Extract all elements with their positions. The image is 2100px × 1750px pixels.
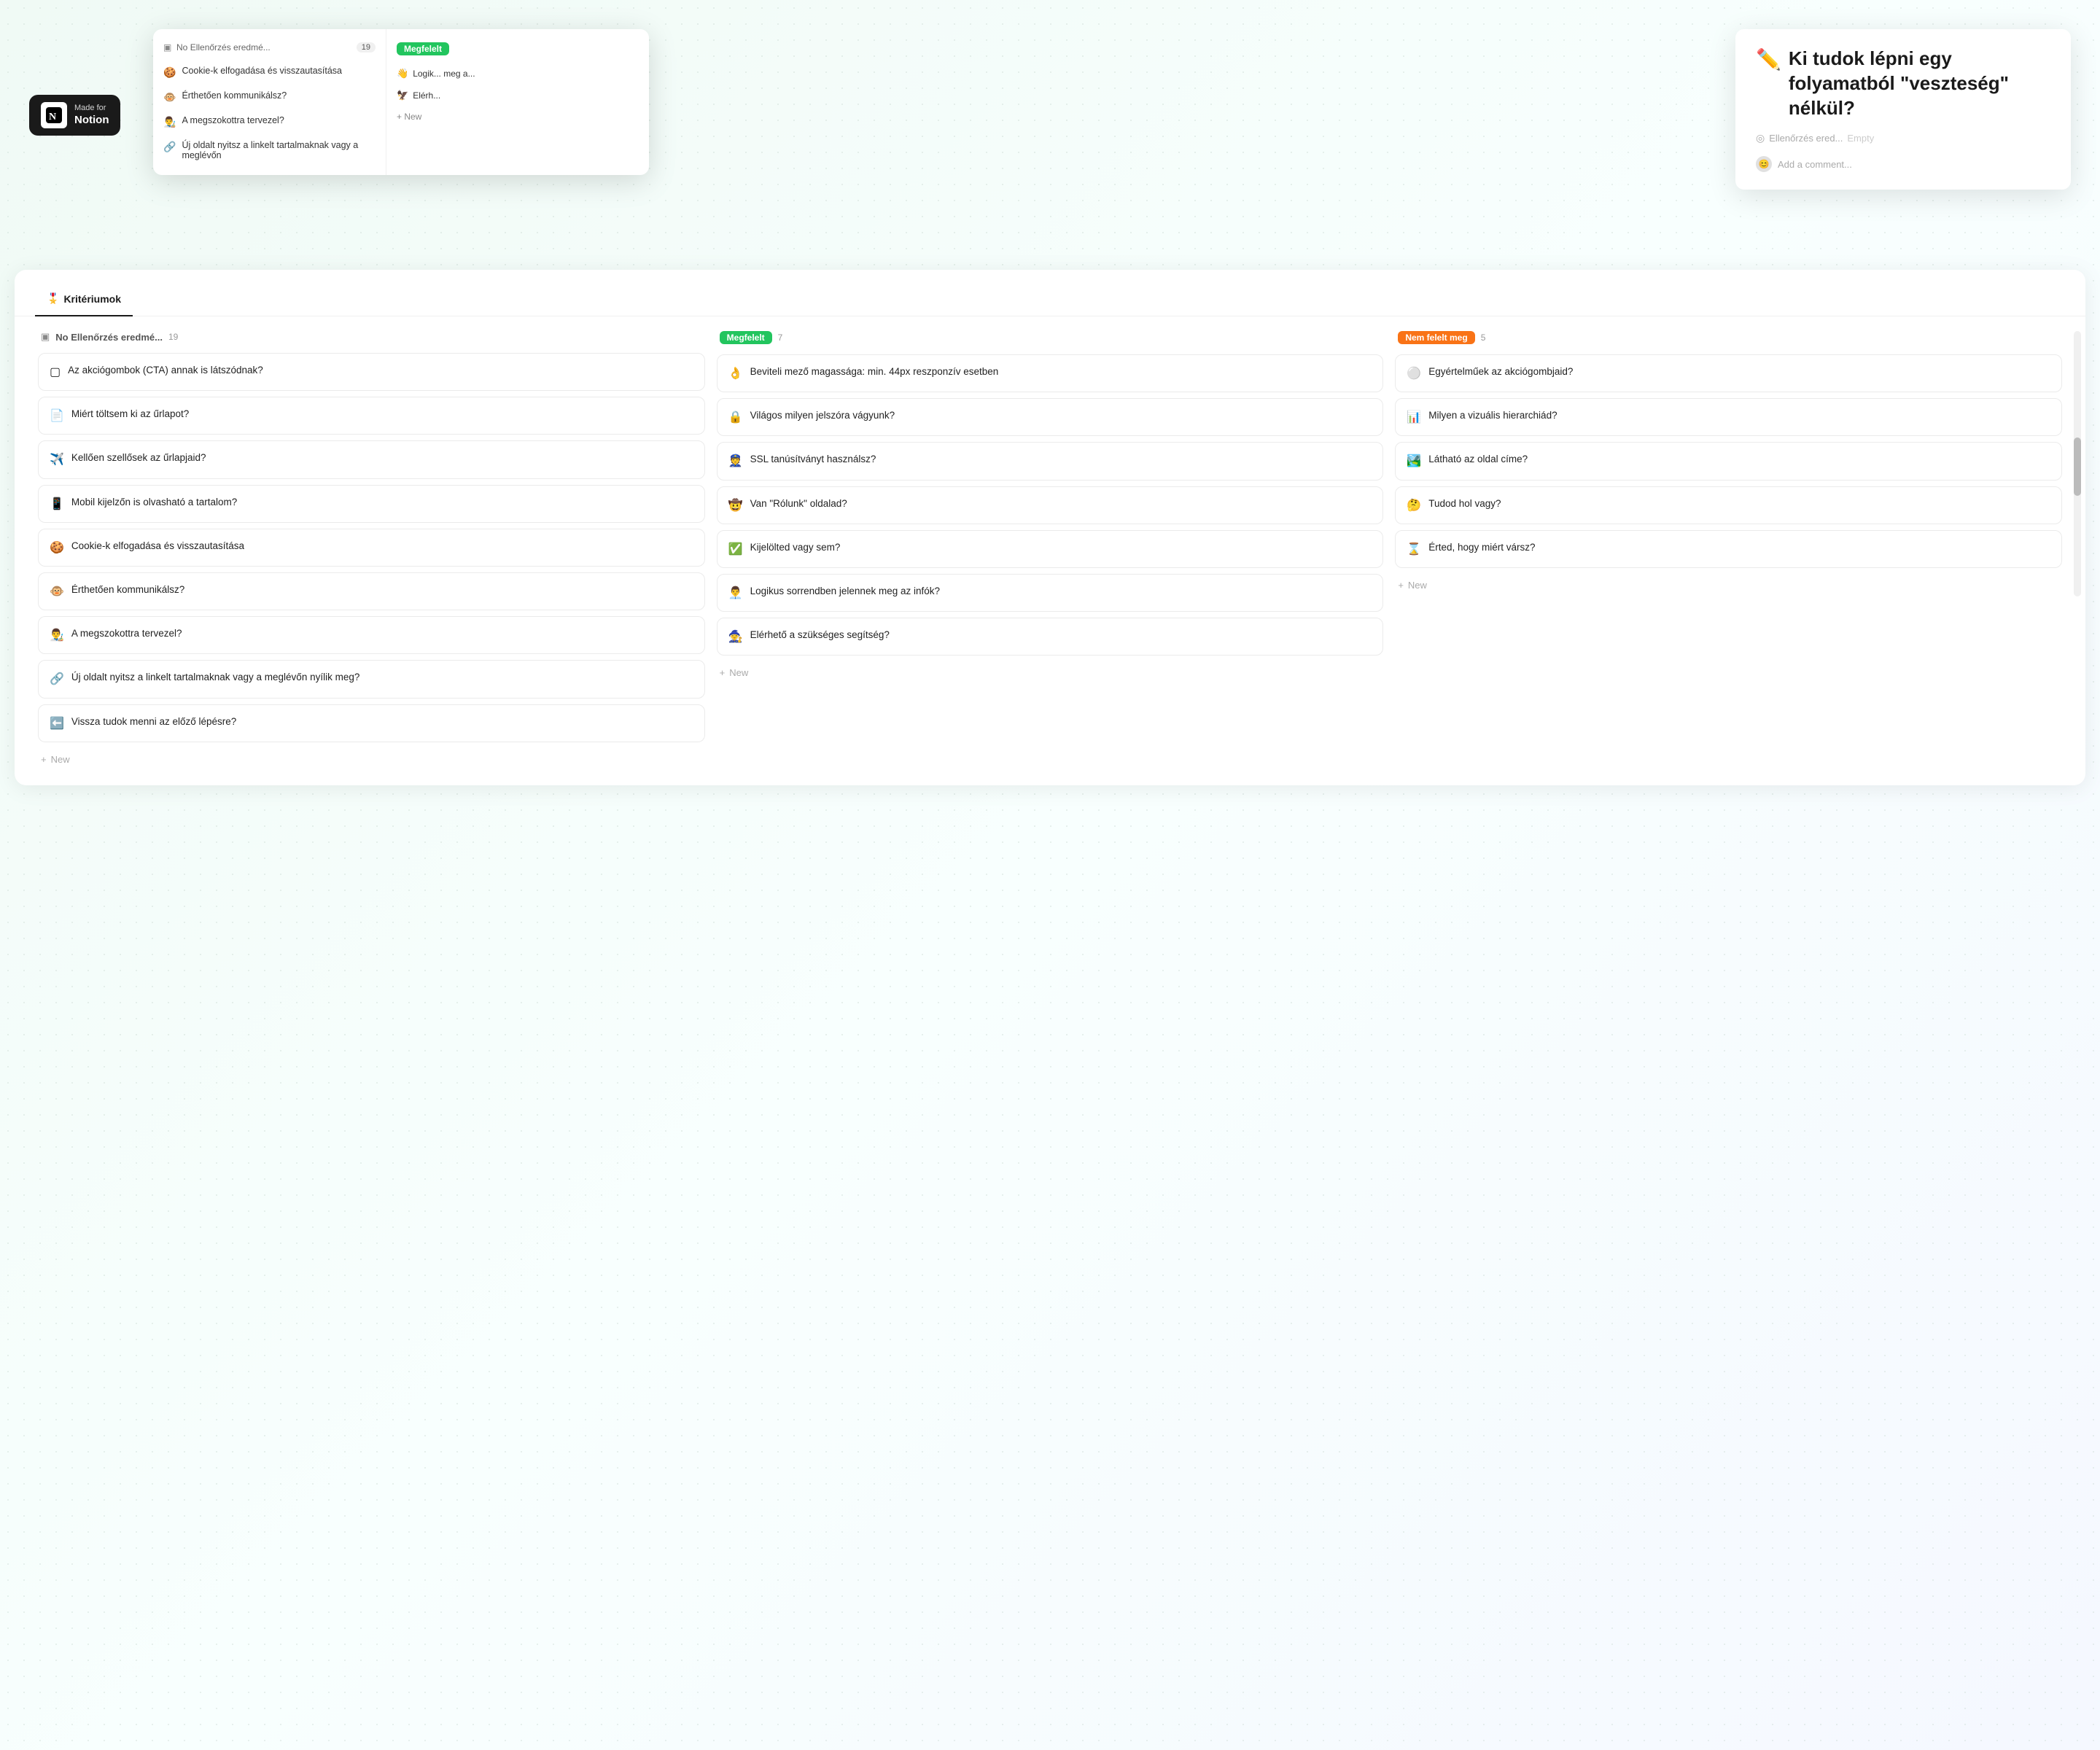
floating-right-header: Megfelelt — [386, 38, 518, 63]
wizard-icon: 🧙 — [728, 629, 743, 645]
col-count-3: 5 — [1481, 332, 1486, 343]
card-bevitek[interactable]: 👌 Beviteli mező magassága: min. 44px res… — [717, 354, 1384, 392]
hourglass-icon: ⌛ — [1407, 541, 1421, 558]
megfelelt-badge: Megfelelt — [720, 331, 772, 344]
tab-icon: 🎖️ — [47, 292, 59, 305]
tab-kritériumok[interactable]: 🎖️ Kritériumok — [35, 285, 133, 316]
main-content-area: 🎖️ Kritériumok ▣ No Ellenőrzés eredmé...… — [15, 270, 2085, 785]
column-header-nem-felelt: Nem felelt meg 5 — [1395, 331, 2062, 344]
cookie-card-icon: 🍪 — [50, 540, 64, 556]
detail-title: ✏️ Ki tudok lépni egy folyamatból "veszt… — [1756, 47, 2050, 120]
add-new-col2[interactable]: + New — [717, 661, 1384, 684]
svg-text:N: N — [49, 112, 56, 122]
detail-meta-row: ◎ Ellenőrzés ered... Empty — [1756, 132, 2050, 144]
col-title-1: No Ellenőrzés eredmé... — [55, 332, 163, 343]
notion-icon: N — [41, 102, 67, 128]
artist-icon: 👨‍🎨 — [163, 116, 176, 128]
kanban-board: ▣ No Ellenőrzés eredmé... 19 ▢ Az akcióg… — [15, 316, 2085, 785]
column-header-no-check: ▣ No Ellenőrzés eredmé... 19 — [38, 331, 705, 343]
nem-felelt-badge: Nem felelt meg — [1398, 331, 1474, 344]
plane-icon: ✈️ — [50, 451, 64, 468]
card-segitseg[interactable]: 🧙 Elérhető a szükséges segítség? — [717, 618, 1384, 656]
detail-meta-check[interactable]: ◎ Ellenőrzés ered... Empty — [1756, 132, 1874, 144]
tab-row: 🎖️ Kritériumok — [35, 284, 2065, 316]
col-count-2: 7 — [778, 332, 783, 343]
column-header-megfelelt: Megfelelt 7 — [717, 331, 1384, 344]
add-new-col3[interactable]: + New — [1395, 574, 2062, 596]
card-jelszo[interactable]: 🔒 Világos milyen jelszóra vágyunk? — [717, 398, 1384, 436]
card-link[interactable]: 🔗 Új oldalt nyitsz a linkelt tartalmakna… — [38, 660, 705, 698]
card-cta[interactable]: ▢ Az akciógombok (CTA) annak is látszódn… — [38, 353, 705, 391]
mobile-icon: 📱 — [50, 496, 64, 513]
floating-item-3[interactable]: 👨‍🎨 A megszokottra tervezel? — [153, 109, 386, 134]
user-avatar: 😊 — [1756, 156, 1772, 172]
cowboy-icon: 🤠 — [728, 497, 743, 514]
ok-icon: 👌 — [728, 365, 743, 382]
column-nem-felelt: Nem felelt meg 5 ⚪ Egyértelműek az akció… — [1389, 331, 2068, 596]
inbox-icon: ▣ — [41, 331, 50, 343]
card-kijololt[interactable]: ✅ Kijelölted vagy sem? — [717, 530, 1384, 568]
monkey-card-icon: 🐵 — [50, 583, 64, 600]
card-ssl[interactable]: 👮 SSL tanúsítványt használsz? — [717, 442, 1384, 480]
floating-count-badge: 19 — [357, 42, 376, 52]
col-count-1: 19 — [168, 332, 178, 342]
floating-right-panel: Megfelelt 👋 Logik... meg a... 🦅 Elérh...… — [386, 29, 518, 175]
detail-panel: ✏️ Ki tudok lépni egy folyamatból "veszt… — [1735, 29, 2071, 190]
chart-icon: 📊 — [1407, 409, 1421, 426]
card-rolunk[interactable]: 🤠 Van "Rólunk" oldalad? — [717, 486, 1384, 524]
notion-badge: N Made for Notion — [29, 95, 120, 136]
card-tervezel[interactable]: 👨‍🎨 A megszokottra tervezel? — [38, 616, 705, 654]
card-urlap2[interactable]: ✈️ Kellően szellősek az űrlapjaid? — [38, 440, 705, 478]
circle-icon: ⚪ — [1407, 365, 1421, 382]
cookie-icon: 🍪 — [163, 66, 176, 79]
card-cim[interactable]: 🏞️ Látható az oldal címe? — [1395, 442, 2062, 480]
card-vársz[interactable]: ⌛ Érted, hogy miért vársz? — [1395, 530, 2062, 568]
card-hierachia[interactable]: 📊 Milyen a vizuális hierarchiád? — [1395, 398, 2062, 436]
floating-left-header: ▣ No Ellenőrzés eredmé... 19 — [153, 38, 386, 60]
police-icon: 👮 — [728, 453, 743, 470]
notion-badge-text: Made for Notion — [74, 103, 109, 128]
tab-label: Kritériumok — [63, 293, 121, 305]
link-icon: 🔗 — [163, 141, 176, 153]
card-holvagy[interactable]: 🤔 Tudod hol vagy? — [1395, 486, 2062, 524]
thinking-icon: 🤔 — [1407, 497, 1421, 514]
card-logikus[interactable]: 👨‍💼 Logikus sorrendben jelennek meg az i… — [717, 574, 1384, 612]
mountain-icon: 🏞️ — [1407, 453, 1421, 470]
link-card-icon: 🔗 — [50, 671, 64, 688]
add-new-col1[interactable]: + New — [38, 748, 705, 771]
floating-right-item-2[interactable]: 🦅 Elérh... — [386, 85, 518, 106]
column-no-check: ▣ No Ellenőrzés eredmé... 19 ▢ Az akcióg… — [32, 331, 711, 771]
card-cookie[interactable]: 🍪 Cookie-k elfogadása és visszautasítása — [38, 529, 705, 567]
check-icon: ✅ — [728, 541, 743, 558]
card-urlap1[interactable]: 📄 Miért töltsem ki az űrlapot? — [38, 397, 705, 435]
floating-item-4[interactable]: 🔗 Új oldalt nyitsz a linkelt tartalmakna… — [153, 134, 386, 166]
column-megfelelt: Megfelelt 7 👌 Beviteli mező magassága: m… — [711, 331, 1390, 684]
check-circle-icon: ◎ — [1756, 132, 1765, 144]
manager-icon: 👨‍💼 — [728, 585, 743, 602]
scrollbar-track — [2074, 331, 2081, 596]
card-kommunikal[interactable]: 🐵 Érthetően kommunikálsz? — [38, 572, 705, 610]
scrollbar-thumb[interactable] — [2074, 438, 2081, 496]
lock-icon: 🔒 — [728, 409, 743, 426]
floating-item-1[interactable]: 🍪 Cookie-k elfogadása és visszautasítása — [153, 60, 386, 85]
detail-comment-area[interactable]: 😊 Add a comment... — [1756, 156, 2050, 172]
pencil-icon: ✏️ — [1756, 47, 1781, 73]
card-egyertelmu[interactable]: ⚪ Egyértelműek az akciógombjaid? — [1395, 354, 2062, 392]
floating-header-title: ▣ No Ellenőrzés eredmé... — [163, 42, 271, 52]
cta-icon: ▢ — [50, 364, 61, 381]
monkey-icon: 🐵 — [163, 91, 176, 104]
card-vissza[interactable]: ⬅️ Vissza tudok menni az előző lépésre? — [38, 704, 705, 742]
floating-left-panel: ▣ No Ellenőrzés eredmé... 19 🍪 Cookie-k … — [153, 29, 386, 175]
main-header: 🎖️ Kritériumok — [15, 270, 2085, 316]
artist-card-icon: 👨‍🎨 — [50, 627, 64, 644]
handshake-icon: 👋 — [397, 68, 408, 79]
doc-icon: 📄 — [50, 408, 64, 424]
floating-item-2[interactable]: 🐵 Érthetően kommunikálsz? — [153, 85, 386, 109]
floating-preview-card: ▣ No Ellenőrzés eredmé... 19 🍪 Cookie-k … — [153, 29, 649, 175]
back-icon: ⬅️ — [50, 715, 64, 732]
floating-new-button[interactable]: + New — [386, 106, 518, 127]
card-mobil[interactable]: 📱 Mobil kijelzőn is olvasható a tartalom… — [38, 485, 705, 523]
eagle-icon: 🦅 — [397, 90, 408, 101]
floating-right-item-1[interactable]: 👋 Logik... meg a... — [386, 63, 518, 85]
